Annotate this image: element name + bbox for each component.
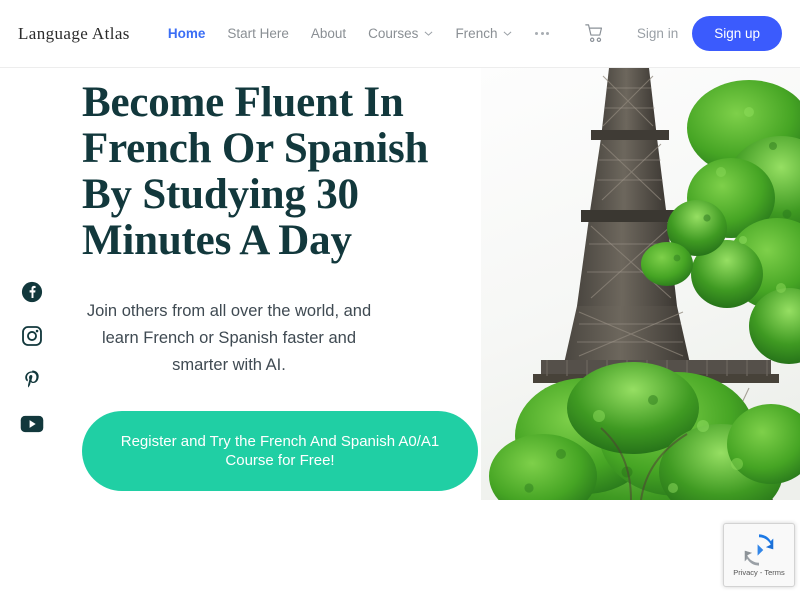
social-links-rail bbox=[20, 280, 44, 436]
nav-item-label: French bbox=[455, 26, 498, 41]
nav-item-label: About bbox=[310, 26, 347, 41]
site-header: Language Atlas Home Start Here About Cou… bbox=[0, 0, 800, 68]
chevron-down-icon bbox=[424, 29, 433, 38]
hero-cta-wrapper: Register and Try the French And Spanish … bbox=[0, 379, 500, 491]
pinterest-icon[interactable] bbox=[20, 368, 44, 392]
sign-up-button[interactable]: Sign up bbox=[692, 15, 782, 52]
recaptcha-badge[interactable]: Privacy - Terms bbox=[723, 523, 795, 587]
hero-subheadline: Join others from all over the world, and… bbox=[86, 302, 372, 374]
nav-item-label: Start Here bbox=[227, 26, 289, 41]
youtube-icon[interactable] bbox=[20, 412, 44, 436]
sign-in-link[interactable]: Sign in bbox=[623, 26, 692, 41]
main-navigation: Home Start Here About Courses French bbox=[157, 26, 562, 41]
shopping-cart-icon[interactable] bbox=[579, 19, 609, 49]
nav-item-label: Home bbox=[167, 26, 206, 41]
facebook-icon[interactable] bbox=[20, 280, 44, 304]
page-title: Become Fluent In French Or Spanish By St… bbox=[82, 79, 429, 264]
nav-item-label: Courses bbox=[368, 26, 419, 41]
recaptcha-logo-icon bbox=[744, 534, 774, 566]
chevron-down-icon bbox=[503, 29, 512, 38]
more-menu-ellipsis-icon[interactable] bbox=[523, 32, 561, 35]
nav-item-french[interactable]: French bbox=[444, 26, 523, 41]
nav-item-home[interactable]: Home bbox=[157, 26, 217, 41]
hero-section: Become Fluent In French Or Spanish By St… bbox=[0, 68, 500, 491]
header-actions: Sign in Sign up bbox=[579, 15, 782, 52]
hero-image-eiffel-tower bbox=[481, 68, 800, 500]
site-logo[interactable]: Language Atlas bbox=[18, 24, 130, 44]
instagram-icon[interactable] bbox=[20, 324, 44, 348]
nav-item-start-here[interactable]: Start Here bbox=[216, 26, 300, 41]
nav-item-courses[interactable]: Courses bbox=[357, 26, 444, 41]
register-free-course-button[interactable]: Register and Try the French And Spanish … bbox=[82, 411, 478, 491]
nav-item-about[interactable]: About bbox=[300, 26, 357, 41]
recaptcha-privacy-terms[interactable]: Privacy - Terms bbox=[733, 568, 785, 577]
